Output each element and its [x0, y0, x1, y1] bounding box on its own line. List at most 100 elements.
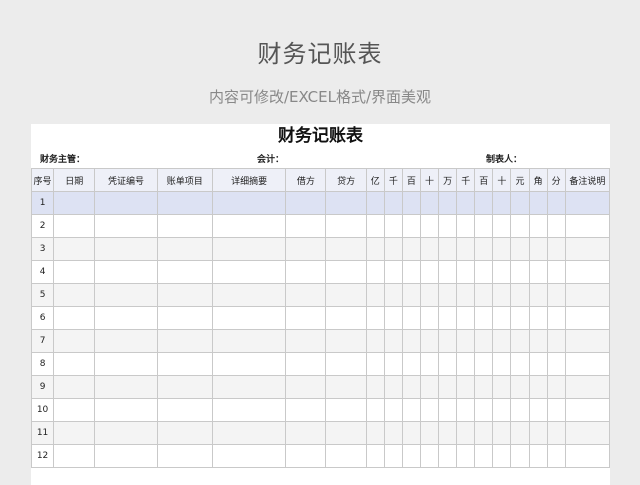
table-cell[interactable]: [474, 329, 494, 353]
table-cell[interactable]: [156, 421, 213, 445]
table-cell[interactable]: [156, 329, 213, 353]
table-cell[interactable]: [365, 191, 385, 215]
table-cell[interactable]: [438, 306, 458, 330]
table-cell[interactable]: [383, 421, 403, 445]
table-cell[interactable]: [546, 329, 566, 353]
table-cell[interactable]: [528, 398, 548, 422]
table-cell[interactable]: [564, 283, 610, 307]
table-cell[interactable]: [528, 191, 548, 215]
table-cell[interactable]: [564, 260, 610, 284]
table-cell[interactable]: [438, 329, 458, 353]
table-cell[interactable]: [456, 283, 476, 307]
table-cell[interactable]: [510, 375, 530, 399]
table-cell[interactable]: [383, 444, 403, 468]
table-cell[interactable]: [546, 398, 566, 422]
table-cell[interactable]: [383, 260, 403, 284]
table-cell[interactable]: [564, 214, 610, 238]
table-cell[interactable]: [94, 421, 158, 445]
table-cell[interactable]: [365, 421, 385, 445]
table-cell[interactable]: [492, 237, 512, 261]
table-cell[interactable]: [156, 191, 213, 215]
table-cell[interactable]: [401, 260, 421, 284]
table-cell[interactable]: [438, 260, 458, 284]
table-cell[interactable]: [365, 375, 385, 399]
table-cell[interactable]: [325, 421, 367, 445]
table-cell[interactable]: [419, 283, 440, 307]
table-cell[interactable]: [401, 191, 421, 215]
table-cell[interactable]: [528, 421, 548, 445]
table-cell[interactable]: [419, 260, 440, 284]
table-cell[interactable]: [156, 398, 213, 422]
table-cell[interactable]: [510, 421, 530, 445]
table-cell[interactable]: [474, 214, 494, 238]
table-cell[interactable]: [456, 375, 476, 399]
table-cell[interactable]: [325, 352, 367, 376]
table-cell[interactable]: [510, 214, 530, 238]
table-cell[interactable]: [156, 237, 213, 261]
table-cell[interactable]: [94, 352, 158, 376]
table-cell[interactable]: [53, 237, 96, 261]
table-cell[interactable]: [325, 283, 367, 307]
table-cell[interactable]: [53, 283, 96, 307]
table-cell[interactable]: [546, 375, 566, 399]
table-cell[interactable]: [285, 283, 327, 307]
table-cell[interactable]: [53, 352, 96, 376]
table-cell[interactable]: [285, 260, 327, 284]
table-cell[interactable]: [53, 375, 96, 399]
table-cell[interactable]: [285, 352, 327, 376]
table-cell[interactable]: [365, 444, 385, 468]
table-cell[interactable]: [285, 306, 327, 330]
table-cell[interactable]: [528, 375, 548, 399]
table-cell[interactable]: [564, 191, 610, 215]
table-cell[interactable]: [492, 352, 512, 376]
table-cell[interactable]: [510, 191, 530, 215]
table-cell[interactable]: [492, 421, 512, 445]
table-cell[interactable]: [564, 352, 610, 376]
table-cell[interactable]: [53, 260, 96, 284]
table-cell[interactable]: [456, 398, 476, 422]
table-cell[interactable]: [528, 214, 548, 238]
table-cell[interactable]: [285, 214, 327, 238]
table-cell[interactable]: [365, 283, 385, 307]
table-cell[interactable]: [546, 283, 566, 307]
table-cell[interactable]: [474, 352, 494, 376]
table-cell[interactable]: [474, 398, 494, 422]
table-cell[interactable]: [94, 444, 158, 468]
table-cell[interactable]: [285, 444, 327, 468]
table-cell[interactable]: [211, 444, 287, 468]
table-cell[interactable]: [564, 398, 610, 422]
table-cell[interactable]: [156, 444, 213, 468]
table-cell[interactable]: [365, 398, 385, 422]
table-cell[interactable]: [528, 306, 548, 330]
table-cell[interactable]: [211, 306, 287, 330]
table-cell[interactable]: [383, 398, 403, 422]
table-cell[interactable]: [94, 398, 158, 422]
table-cell[interactable]: [438, 444, 458, 468]
table-cell[interactable]: [419, 306, 440, 330]
table-cell[interactable]: [456, 214, 476, 238]
table-cell[interactable]: [438, 237, 458, 261]
table-cell[interactable]: [492, 375, 512, 399]
table-cell[interactable]: [156, 375, 213, 399]
table-cell[interactable]: [438, 191, 458, 215]
table-cell[interactable]: [456, 421, 476, 445]
table-cell[interactable]: [401, 214, 421, 238]
table-cell[interactable]: [383, 214, 403, 238]
table-cell[interactable]: [401, 398, 421, 422]
table-cell[interactable]: [211, 329, 287, 353]
table-cell[interactable]: [528, 283, 548, 307]
table-cell[interactable]: [211, 421, 287, 445]
table-cell[interactable]: [546, 191, 566, 215]
table-cell[interactable]: [156, 260, 213, 284]
table-cell[interactable]: [401, 306, 421, 330]
table-cell[interactable]: [492, 260, 512, 284]
table-cell[interactable]: [546, 237, 566, 261]
table-cell[interactable]: [438, 352, 458, 376]
table-cell[interactable]: [365, 237, 385, 261]
table-cell[interactable]: [438, 375, 458, 399]
table-cell[interactable]: [564, 306, 610, 330]
table-cell[interactable]: [510, 398, 530, 422]
table-cell[interactable]: [156, 214, 213, 238]
table-cell[interactable]: [438, 398, 458, 422]
table-cell[interactable]: [211, 375, 287, 399]
